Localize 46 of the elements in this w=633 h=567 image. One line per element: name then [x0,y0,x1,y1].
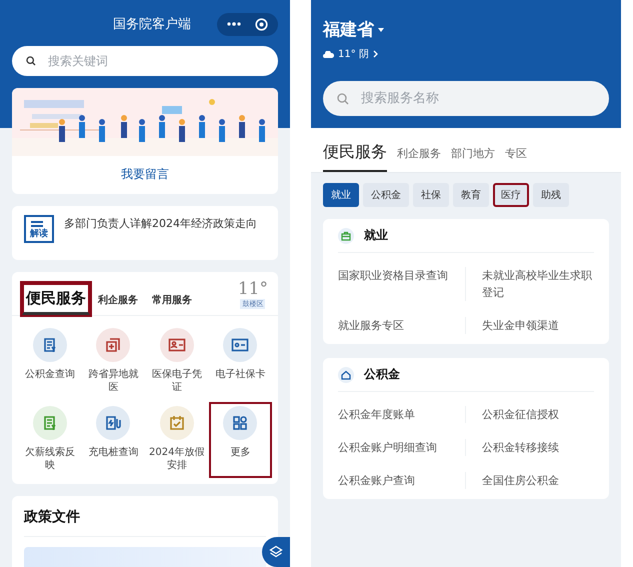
section-title: 就业 [364,227,388,244]
search-bar[interactable]: 搜索服务名称 [323,81,609,116]
leave-message-link[interactable]: 我要留言 [12,156,278,193]
service-item[interactable]: 2024年放假安排 [145,402,208,478]
section-title: 政策文件 [24,508,266,537]
service-tab[interactable]: 常用服务 [146,291,198,315]
search-field[interactable]: 搜索关键词 [46,53,264,69]
service-tab[interactable]: 利企服务 [397,146,441,172]
category-chip[interactable]: 医疗 [493,183,529,207]
service-item[interactable]: 更多 [208,402,272,478]
service-item[interactable]: 欠薪线索反映 [18,402,82,478]
interpretation-badge: 解读 [24,215,54,243]
weather-text[interactable]: 11° 阴 [338,47,369,61]
service-item[interactable]: 充电桩查询 [82,402,145,478]
service-link[interactable]: 公积金账户明细查询 [338,439,466,456]
service-item[interactable]: 电子社保卡 [208,324,272,400]
service-tab[interactable]: 利企服务 [92,291,144,315]
category-chip[interactable]: 就业 [323,183,359,207]
service-tab[interactable]: 专区 [505,146,527,172]
service-tab[interactable]: 便民服务 [323,142,387,172]
service-item[interactable]: 公积金查询 [18,324,82,400]
province-label[interactable]: 福建省 [323,18,374,41]
service-link[interactable]: 就业服务专区 [338,317,466,334]
search-field[interactable]: 搜索服务名称 [359,90,595,107]
category-chip[interactable]: 教育 [453,183,489,207]
category-chip[interactable]: 公积金 [363,183,409,207]
temperature: 11° [238,279,268,299]
category-chip[interactable]: 助残 [533,183,569,207]
service-link[interactable]: 全国住房公积金 [466,472,594,489]
category-chip[interactable]: 社保 [413,183,449,207]
service-link[interactable]: 未就业高校毕业生求职登记 [466,267,594,301]
search-bar[interactable]: 搜索关键词 [12,46,278,76]
service-link[interactable]: 国家职业资格目录查询 [338,267,466,301]
service-item[interactable]: 跨省异地就医 [82,324,145,400]
service-link[interactable]: 公积金年度账单 [338,406,466,423]
service-tab[interactable]: 便民服务 [22,283,90,315]
service-item[interactable]: 医保电子凭证 [145,324,208,400]
service-link[interactable]: 公积金账户查询 [338,472,466,489]
app-title: 国务院客户端 [113,16,191,33]
news-headline: 多部门负责人详解2024年经济政策走向 [64,216,257,232]
service-link[interactable]: 失业金申领渠道 [466,317,594,334]
news-card[interactable]: 解读 多部门负责人详解2024年经济政策走向 [12,206,278,260]
service-link[interactable]: 公积金征信授权 [466,406,594,423]
service-tab[interactable]: 部门地方 [451,146,495,172]
section-title: 公积金 [364,366,400,383]
service-link[interactable]: 公积金转移接续 [466,439,594,456]
